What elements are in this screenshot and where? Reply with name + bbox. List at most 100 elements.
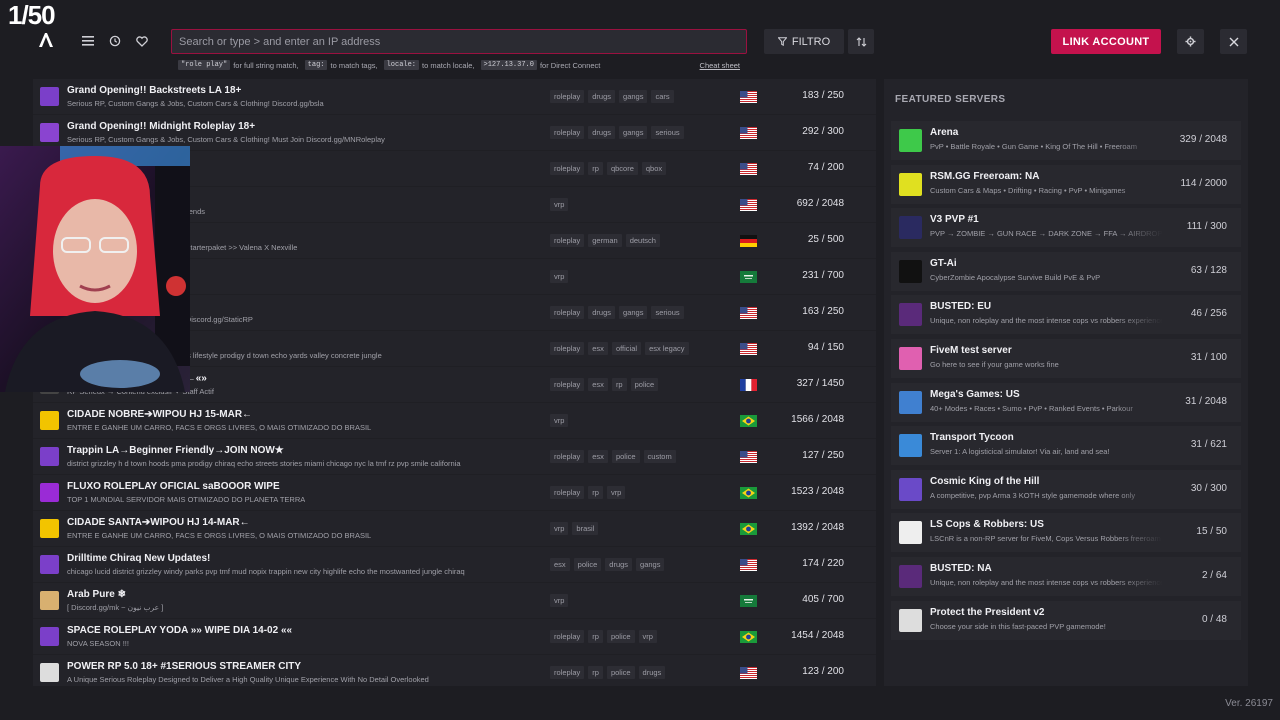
server-tag[interactable]: drugs <box>638 666 666 679</box>
server-tag[interactable]: roleplay <box>550 306 585 319</box>
server-tag[interactable]: drugs <box>588 306 616 319</box>
server-tag[interactable]: german <box>588 234 622 247</box>
favorites-heart-icon[interactable] <box>134 33 150 49</box>
server-tag[interactable]: rp <box>588 162 603 175</box>
server-tag[interactable]: vrp <box>550 414 569 427</box>
server-row[interactable]: CIDADE SANTA➔WIPOU HJ 14-MAR← ENTRE E GAN… <box>33 511 876 547</box>
featured-server-title: Mega's Games: US <box>930 388 1020 400</box>
server-row[interactable]: SPACE ROLEPLAY YODA »» WIPE DIA 14-02 ««… <box>33 619 876 655</box>
server-tag[interactable]: gangs <box>619 90 648 103</box>
server-tag[interactable]: vrp <box>638 630 657 643</box>
server-tag[interactable]: police <box>611 450 640 463</box>
hint-chip: "role play" <box>178 60 231 70</box>
featured-server-row[interactable]: FiveM test server Go here to see if your … <box>891 339 1241 378</box>
server-tag[interactable]: drugs <box>588 90 616 103</box>
server-tag[interactable]: roleplay <box>550 486 585 499</box>
featured-server-title: BUSTED: EU <box>930 301 992 313</box>
server-tag[interactable]: qbox <box>641 162 667 175</box>
server-tag[interactable]: serious <box>651 126 684 139</box>
server-player-count: 74 / 200 <box>807 162 844 173</box>
search-input[interactable] <box>172 30 746 53</box>
server-tag[interactable]: drugs <box>588 126 616 139</box>
server-row[interactable]: Grand Opening!! Backstreets LA 18+ Seriou… <box>33 79 876 115</box>
featured-server-icon <box>899 347 922 370</box>
fivem-logo-icon[interactable] <box>37 31 55 49</box>
server-tag[interactable]: esx <box>588 378 608 391</box>
server-tag[interactable]: vrp <box>550 594 569 607</box>
close-icon[interactable] <box>1220 29 1247 54</box>
server-tag[interactable]: deutsch <box>625 234 660 247</box>
server-row[interactable]: Drilltime Chiraq New Updates! chicago luc… <box>33 547 876 583</box>
server-row[interactable]: CIDADE NOBRE➔WIPOU HJ 15-MAR← ENTRE E GAN… <box>33 403 876 439</box>
server-tag[interactable]: esx legacy <box>645 342 689 355</box>
server-tag[interactable]: esx <box>588 342 608 355</box>
featured-server-row[interactable]: Arena PvP • Battle Royale • Gun Game • Ki… <box>891 121 1241 160</box>
server-description: chicago lucid district grizzley windy pa… <box>67 567 465 576</box>
featured-server-row[interactable]: BUSTED: EU Unique, non roleplay and the m… <box>891 295 1241 335</box>
featured-server-row[interactable]: Mega's Games: US 40+ Modes • Races • Sumo… <box>891 382 1241 422</box>
server-tag[interactable]: vrp <box>550 198 569 211</box>
server-tag[interactable]: roleplay <box>550 162 585 175</box>
server-tag[interactable]: brasil <box>572 522 599 535</box>
featured-server-row[interactable]: RSM.GG Freeroam: NA Custom Cars & Maps • … <box>891 164 1241 204</box>
server-tag[interactable]: qbcore <box>606 162 638 175</box>
server-row[interactable]: Trappin LA→Beginner Friendly→JOIN NOW★ di… <box>33 439 876 475</box>
server-tag[interactable]: roleplay <box>550 378 585 391</box>
server-row[interactable]: POWER RP 5.0 18+ #1SERIOUS STREAMER CITY… <box>33 655 876 686</box>
server-tag[interactable]: roleplay <box>550 666 585 679</box>
server-row[interactable]: FLUXO ROLEPLAY OFICIAL saBOOOR WIPE TOP 1… <box>33 475 876 511</box>
featured-server-title: GT-Ai <box>930 257 957 269</box>
server-tag[interactable]: serious <box>651 306 684 319</box>
server-tag[interactable]: police <box>606 666 635 679</box>
server-tag[interactable]: roleplay <box>550 90 585 103</box>
server-tag[interactable]: rp <box>588 630 603 643</box>
server-tag[interactable]: custom <box>643 450 676 463</box>
server-tag[interactable]: roleplay <box>550 630 585 643</box>
cheat-sheet-link[interactable]: Cheat sheet <box>700 61 740 70</box>
server-tag[interactable]: police <box>630 378 659 391</box>
server-tag[interactable]: cars <box>651 90 674 103</box>
server-icon <box>40 663 59 682</box>
featured-server-row[interactable]: V3 PVP #1 PVP → ZOMBIE → GUN RACE → DARK … <box>891 208 1241 248</box>
featured-server-row[interactable]: GT-Ai CyberZombie Apocalypse Survive Buil… <box>891 251 1241 291</box>
sort-button[interactable] <box>848 29 874 54</box>
server-tag[interactable]: police <box>606 630 635 643</box>
server-tag[interactable]: gangs <box>619 126 648 139</box>
server-tag[interactable]: roleplay <box>550 126 585 139</box>
flag-br-icon <box>740 486 757 499</box>
featured-server-row[interactable]: BUSTED: NA Unique, non roleplay and the m… <box>891 557 1241 596</box>
settings-gear-icon[interactable] <box>1177 29 1204 54</box>
flag-de-icon <box>740 234 757 247</box>
server-tag[interactable]: rp <box>611 378 627 391</box>
search-box[interactable] <box>171 29 747 54</box>
link-account-button[interactable]: LINK ACCOUNT <box>1051 29 1161 54</box>
history-icon[interactable] <box>107 33 123 49</box>
server-tag[interactable]: roleplay <box>550 342 585 355</box>
featured-server-row[interactable]: Protect the President v2 Choose your side… <box>891 600 1241 640</box>
featured-server-row[interactable]: Cosmic King of the Hill A competitive, pv… <box>891 469 1241 509</box>
server-tag[interactable]: esx <box>588 450 608 463</box>
top-bar: 1/50 "role play" for full string match, … <box>0 0 1280 80</box>
server-tag[interactable]: rp <box>588 666 603 679</box>
server-player-count: 1566 / 2048 <box>791 414 844 425</box>
server-row[interactable]: Arab Pure ❄ [ Discord.gg/mk ~ عرب نيون ] v… <box>33 583 876 619</box>
server-tag[interactable]: esx <box>550 558 570 571</box>
server-player-count: 692 / 2048 <box>796 198 844 209</box>
server-tag[interactable]: gangs <box>619 306 648 319</box>
server-tag[interactable]: vrp <box>550 270 569 283</box>
server-tag[interactable]: drugs <box>605 558 633 571</box>
featured-server-row[interactable]: Transport Tycoon Server 1: A logisticical… <box>891 426 1241 466</box>
server-tag[interactable]: roleplay <box>550 450 585 463</box>
server-tag[interactable]: official <box>611 342 642 355</box>
server-tag[interactable]: vrp <box>550 522 569 535</box>
filter-button[interactable]: FILTRO <box>764 29 844 54</box>
server-tag[interactable]: roleplay <box>550 234 585 247</box>
server-tag[interactable]: gangs <box>636 558 665 571</box>
flag-fr-icon <box>740 378 757 391</box>
featured-server-player-count: 114 / 2000 <box>1180 177 1227 189</box>
server-tag[interactable]: police <box>573 558 602 571</box>
server-tag[interactable]: rp <box>588 486 603 499</box>
featured-server-row[interactable]: LS Cops & Robbers: US LSCnR is a non-RP s… <box>891 513 1241 553</box>
server-tag[interactable]: vrp <box>606 486 626 499</box>
menu-icon[interactable] <box>80 33 96 49</box>
